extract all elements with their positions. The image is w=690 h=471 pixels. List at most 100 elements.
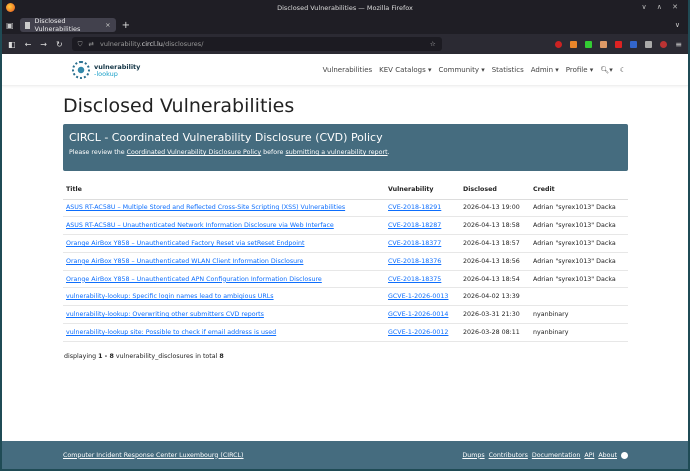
disclosure-title-link[interactable]: ASUS RT-AC58U – Unauthenticated Network … [66,222,334,229]
window-title: Disclosed Vulnerabilities — Mozilla Fire… [277,4,413,12]
footer-documentation[interactable]: Documentation [532,452,581,459]
nav-community[interactable]: Community ▾ [438,66,484,74]
extension-icon[interactable] [645,41,652,48]
tab-list-icon[interactable]: ▣ [6,21,14,30]
permissions-icon: ⇄ [89,40,94,48]
tab-disclosed-vulnerabilities[interactable]: Disclosed Vulnerabilities × [20,18,116,32]
cell-disclosed: 2026-04-13 19:00 [460,199,530,217]
url-path: /disclosures/ [163,40,203,48]
col-vulnerability: Vulnerability [385,181,460,199]
new-tab-button[interactable]: + [122,20,130,31]
count-text: displaying [64,353,98,360]
tab-overflow-icon[interactable]: ∨ [675,21,680,29]
alert-text: Please review the [69,149,127,156]
shield-icon: ⛉ [78,40,83,49]
disclosure-title-link[interactable]: ASUS RT-AC58U – Multiple Stored and Refl… [66,204,345,211]
sidebar-icon[interactable]: ◧ [8,40,16,49]
vulnerability-id-link[interactable]: CVE-2018-18376 [388,258,441,265]
cell-title: vulnerability-lookup: Overwriting other … [63,306,385,324]
circl-link[interactable]: Computer Incident Response Center Luxemb… [63,452,244,459]
extension-icon[interactable] [630,41,637,48]
col-disclosed: Disclosed [460,181,530,199]
credit-text: nyanbinary [533,329,568,336]
vulnerability-id-link[interactable]: GCVE-1-2026-0013 [388,293,448,300]
extension-icon[interactable] [615,41,622,48]
back-icon[interactable]: ← [25,40,32,49]
nav-admin[interactable]: Admin ▾ [531,66,559,74]
col-credit: Credit [530,181,628,199]
table-row: vulnerability-lookup site: Possible to c… [63,324,628,342]
reload-icon[interactable]: ↻ [56,40,63,49]
vulnerability-id-link[interactable]: CVE-2018-18287 [388,222,441,229]
credit-text: Adrian "syrex1013" Dacka [533,276,616,283]
alert-text: . [388,149,390,156]
url-domain: circl.lu [142,40,163,48]
logo-icon [72,61,90,79]
vulnerability-id-link[interactable]: CVE-2018-18291 [388,204,441,211]
nav-statistics[interactable]: Statistics [492,66,524,74]
cell-credit: nyanbinary [530,324,628,342]
disclosure-title-link[interactable]: Orange AirBox Y858 – Unauthenticated WLA… [66,258,303,265]
cell-disclosed: 2026-04-13 18:56 [460,252,530,270]
cell-title: Orange AirBox Y858 – Unauthenticated WLA… [63,252,385,270]
nav-profile[interactable]: Profile ▾ [566,66,594,74]
cell-vulnerability: CVE-2018-18287 [385,217,460,235]
extension-icon[interactable] [600,41,607,48]
page-content: vulnerability-lookup Vulnerabilities KEV… [2,54,688,441]
cell-vulnerability: GCVE-1-2026-0012 [385,324,460,342]
favicon-icon [25,22,31,29]
search-icon[interactable]: 🔍︎▾ [600,66,612,74]
disclosed-text: 2026-03-28 08:11 [463,329,520,336]
site-navbar: vulnerability-lookup Vulnerabilities KEV… [2,54,688,86]
forward-icon[interactable]: → [40,40,47,49]
site-logo[interactable]: vulnerability-lookup [72,61,140,79]
cell-credit: Adrian "syrex1013" Dacka [530,270,628,288]
nav-vulnerabilities[interactable]: Vulnerabilities [323,66,373,74]
table-row: vulnerability-lookup: Overwriting other … [63,306,628,324]
nav-kev-catalogs[interactable]: KEV Catalogs ▾ [379,66,431,74]
extension-icon[interactable] [585,41,592,48]
extensions: ≡ [555,41,682,48]
extension-icon[interactable] [660,41,667,48]
firefox-icon [6,3,15,12]
disclosure-title-link[interactable]: Orange AirBox Y858 – Unauthenticated APN… [66,276,322,283]
count-total: 8 [219,353,223,360]
extension-icon[interactable] [555,41,562,48]
cvd-policy-link[interactable]: Coordinated Vulnerability Disclosure Pol… [127,149,262,156]
cell-title: vulnerability-lookup: Specific login nam… [63,288,385,306]
footer-about[interactable]: About [598,452,617,459]
github-icon[interactable] [621,452,628,459]
disclosed-text: 2026-04-13 18:57 [463,240,520,247]
disclosures-table: Title Vulnerability Disclosed Credit ASU… [63,181,628,342]
url-bar[interactable]: ⛉ ⇄ vulnerability.circl.lu/disclosures/ … [72,37,442,51]
vulnerability-id-link[interactable]: GCVE-1-2026-0014 [388,311,448,318]
disclosure-title-link[interactable]: vulnerability-lookup site: Possible to c… [66,329,276,336]
tab-close-icon[interactable]: × [105,21,110,29]
bookmark-star-icon[interactable]: ☆ [430,40,436,48]
credit-text: Adrian "syrex1013" Dacka [533,222,616,229]
tab-bar: ▣ Disclosed Vulnerabilities × + ∨ [2,16,688,34]
extension-icon[interactable] [570,41,577,48]
disclosed-text: 2026-04-13 18:54 [463,276,520,283]
vulnerability-id-link[interactable]: CVE-2018-18377 [388,240,441,247]
menu-icon[interactable]: ≡ [675,41,682,48]
submit-report-link[interactable]: submitting a vulnerability report [285,149,387,156]
vulnerability-id-link[interactable]: CVE-2018-18375 [388,276,441,283]
count-range: 1 - 8 [98,353,114,360]
cell-credit: Adrian "syrex1013" Dacka [530,199,628,217]
disclosure-title-link[interactable]: vulnerability-lookup: Overwriting other … [66,311,264,318]
cell-credit: nyanbinary [530,306,628,324]
theme-toggle-icon[interactable]: ☾ [620,66,626,74]
disclosure-title-link[interactable]: Orange AirBox Y858 – Unauthenticated Fac… [66,240,304,247]
window-controls[interactable]: ∨ ∧ ✕ [641,3,682,11]
footer-api[interactable]: API [584,452,594,459]
cell-vulnerability: GCVE-1-2026-0014 [385,306,460,324]
footer-contributors[interactable]: Contributors [489,452,528,459]
logo-subtext: -lookup [94,71,140,77]
vulnerability-id-link[interactable]: GCVE-1-2026-0012 [388,329,448,336]
footer-dumps[interactable]: Dumps [462,452,484,459]
disclosed-text: 2026-04-13 18:58 [463,222,520,229]
table-row: Orange AirBox Y858 – Unauthenticated Fac… [63,235,628,253]
disclosure-title-link[interactable]: vulnerability-lookup: Specific login nam… [66,293,274,300]
cell-vulnerability: CVE-2018-18375 [385,270,460,288]
